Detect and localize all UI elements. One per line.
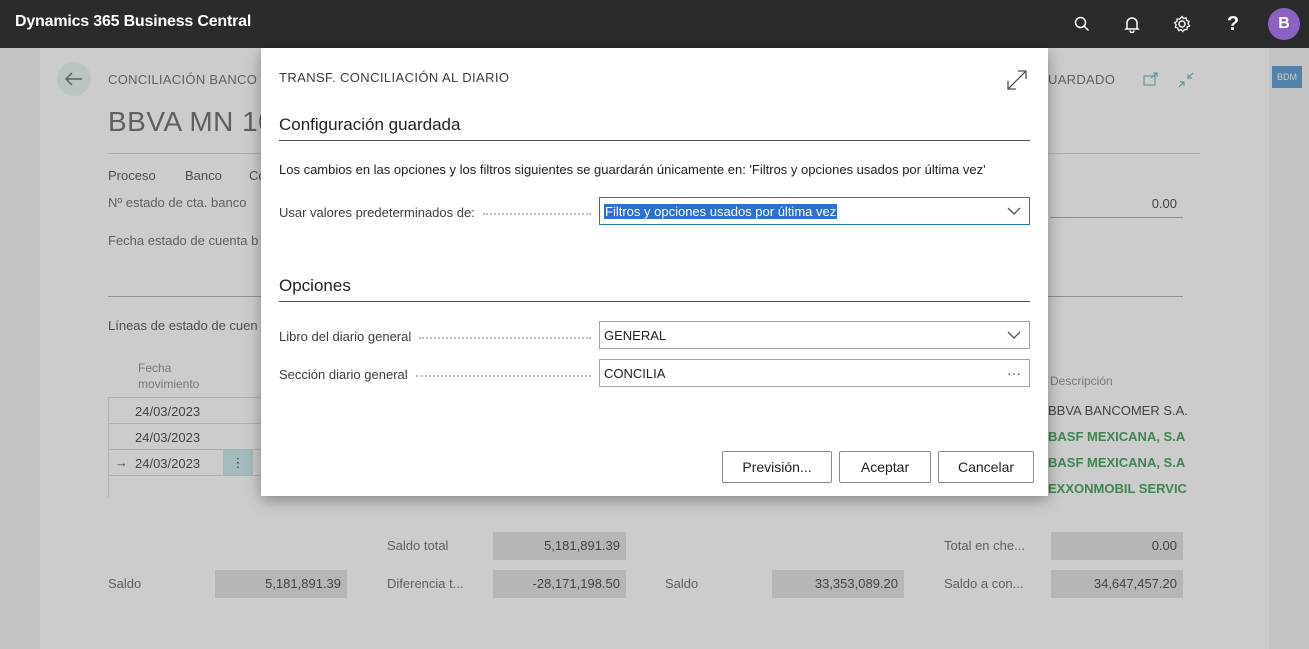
gear-icon[interactable] xyxy=(1170,12,1194,36)
defaults-select[interactable]: Filtros y opciones usados por última vez xyxy=(599,197,1030,225)
ok-button[interactable]: Aceptar xyxy=(839,451,931,483)
saved-settings-title: Configuración guardada xyxy=(279,115,461,134)
section-divider xyxy=(279,140,1030,141)
dialog-caption: TRANSF. CONCILIACIÓN AL DIARIO xyxy=(279,70,510,85)
saved-settings-info: Los cambios en las opciones y los filtro… xyxy=(279,162,986,177)
report-request-dialog: TRANSF. CONCILIACIÓN AL DIARIO Configura… xyxy=(261,48,1048,496)
expand-icon[interactable] xyxy=(1005,68,1029,92)
avatar[interactable]: B xyxy=(1268,8,1300,40)
top-bar: Dynamics 365 Business Central ? B xyxy=(0,0,1309,48)
help-icon[interactable]: ? xyxy=(1221,12,1245,36)
journal-template-label: Libro del diario general xyxy=(279,328,412,344)
journal-batch-field[interactable]: CONCILIA ··· xyxy=(599,359,1030,387)
bell-icon[interactable] xyxy=(1120,12,1144,36)
cancel-button[interactable]: Cancelar xyxy=(938,451,1034,483)
journal-batch-label: Sección diario general xyxy=(279,366,408,382)
journal-template-value: GENERAL xyxy=(604,327,667,343)
chevron-down-icon[interactable] xyxy=(999,198,1029,224)
defaults-value: Filtros y opciones usados por última vez xyxy=(604,203,838,219)
preview-button[interactable]: Previsión... xyxy=(722,451,832,483)
journal-batch-value: CONCILIA xyxy=(604,365,666,381)
chevron-down-icon[interactable] xyxy=(999,322,1029,348)
journal-template-select[interactable]: GENERAL xyxy=(599,321,1030,349)
journal-template-label-row: Libro del diario general xyxy=(279,322,599,350)
defaults-label-row: Usar valores predeterminados de: xyxy=(279,198,599,226)
more-options-icon[interactable]: ··· xyxy=(999,360,1029,386)
search-icon[interactable] xyxy=(1070,12,1094,36)
options-title: Opciones xyxy=(279,276,351,295)
app-title[interactable]: Dynamics 365 Business Central xyxy=(15,13,251,31)
section-divider xyxy=(279,301,1030,302)
journal-batch-label-row: Sección diario general xyxy=(279,360,599,388)
defaults-label: Usar valores predeterminados de: xyxy=(279,204,475,220)
